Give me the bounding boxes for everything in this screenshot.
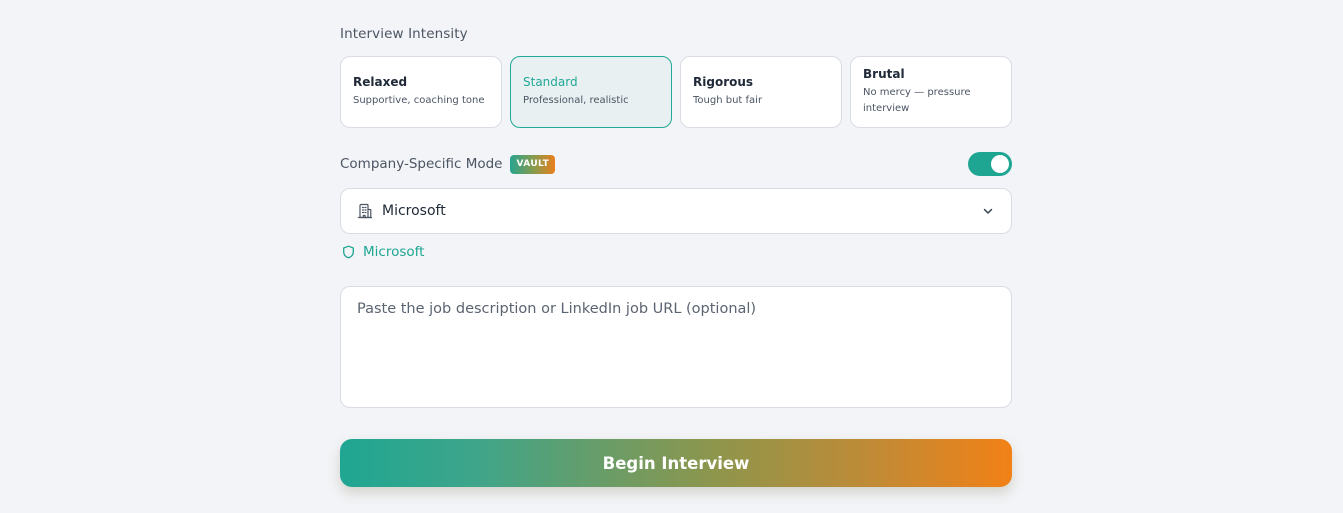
begin-interview-button[interactable]: Begin Interview xyxy=(340,439,1012,487)
company-mode-toggle[interactable] xyxy=(968,152,1012,176)
intensity-option-subtitle: No mercy — pressure interview xyxy=(863,87,971,114)
company-select[interactable]: Microsoft xyxy=(340,188,1012,234)
intensity-option-subtitle: Professional, realistic xyxy=(523,95,629,106)
intensity-option-title: Rigorous xyxy=(693,75,754,89)
intensity-label: Interview Intensity xyxy=(340,26,468,42)
intensity-option-title: Brutal xyxy=(863,67,905,81)
intensity-option-subtitle: Supportive, coaching tone xyxy=(353,95,485,106)
intensity-option-title: Standard xyxy=(523,75,578,89)
selected-company: Microsoft xyxy=(342,243,424,261)
shield-icon xyxy=(342,245,355,259)
intensity-option-relaxed[interactable]: Relaxed Supportive, coaching tone xyxy=(340,56,502,128)
intensity-option-standard[interactable]: Standard Professional, realistic xyxy=(510,56,672,128)
company-select-value: Microsoft xyxy=(382,203,446,219)
intensity-option-title: Relaxed xyxy=(353,75,408,89)
selected-company-name: Microsoft xyxy=(363,244,425,260)
job-description-input[interactable] xyxy=(340,286,1012,408)
intensity-option-subtitle: Tough but fair xyxy=(693,95,763,106)
company-mode-row: Company-Specific Mode VAULT xyxy=(340,152,1012,176)
intensity-option-rigorous[interactable]: Rigorous Tough but fair xyxy=(680,56,842,128)
company-mode-label: Company-Specific Mode xyxy=(340,156,503,172)
vault-badge: VAULT xyxy=(510,154,556,174)
building-icon xyxy=(357,203,373,219)
intensity-option-brutal[interactable]: Brutal No mercy — pressure interview xyxy=(850,56,1012,128)
intensity-options: Relaxed Supportive, coaching tone Standa… xyxy=(340,56,1012,128)
toggle-knob xyxy=(991,155,1009,173)
chevron-down-icon xyxy=(981,204,995,218)
